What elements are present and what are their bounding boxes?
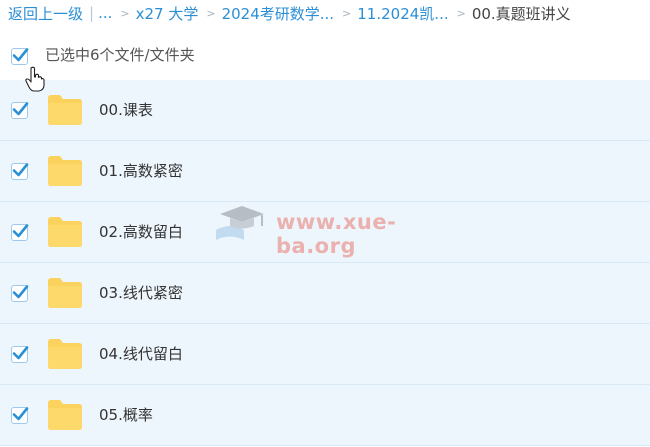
list-item[interactable]: 04.线代留白: [0, 324, 650, 385]
item-name[interactable]: 05.概率: [99, 404, 153, 425]
item-checkbox[interactable]: [11, 163, 29, 180]
checkmark-icon: [12, 285, 29, 299]
chevron-right-icon: >: [120, 6, 130, 20]
item-checkbox[interactable]: [11, 346, 29, 363]
item-name[interactable]: 02.高数留白: [99, 221, 183, 242]
breadcrumb-item-1[interactable]: x27 大学: [136, 3, 199, 24]
breadcrumb-item-3[interactable]: 11.2024凯...: [357, 3, 448, 24]
selection-bar: 已选中6个文件/文件夹: [0, 38, 650, 74]
item-name[interactable]: 03.线代紧密: [99, 282, 183, 303]
breadcrumb: 返回上一级 | ... > x27 大学 > 2024考研数学... > 11.…: [8, 0, 648, 26]
list-item[interactable]: 02.高数留白: [0, 202, 650, 263]
chevron-right-icon: >: [342, 6, 352, 20]
checkmark-icon: [12, 163, 29, 177]
item-checkbox[interactable]: [11, 102, 29, 119]
list-item[interactable]: 05.概率: [0, 385, 650, 446]
select-all-checkbox[interactable]: [11, 48, 29, 65]
list-item[interactable]: 03.线代紧密: [0, 263, 650, 324]
folder-icon: [48, 156, 82, 186]
item-name[interactable]: 00.课表: [99, 99, 153, 120]
item-name[interactable]: 04.线代留白: [99, 343, 183, 364]
folder-icon: [48, 339, 82, 369]
selection-count-text: 已选中6个文件/文件夹: [45, 46, 195, 64]
hand-pointer-icon: [25, 66, 45, 92]
item-name[interactable]: 01.高数紧密: [99, 160, 183, 181]
checkmark-icon: [12, 102, 29, 116]
breadcrumb-item-2[interactable]: 2024考研数学...: [222, 3, 334, 24]
list-item[interactable]: 00.课表: [0, 80, 650, 141]
item-checkbox[interactable]: [11, 285, 29, 302]
folder-icon: [48, 400, 82, 430]
checkmark-icon: [12, 407, 29, 421]
folder-icon: [48, 278, 82, 308]
list-item[interactable]: 01.高数紧密: [0, 141, 650, 202]
breadcrumb-current: 00.真题班讲义: [471, 4, 571, 23]
folder-icon: [48, 95, 82, 125]
checkmark-icon: [12, 48, 29, 62]
item-checkbox[interactable]: [11, 224, 29, 241]
item-checkbox[interactable]: [11, 407, 29, 424]
chevron-right-icon: >: [456, 6, 466, 20]
chevron-right-icon: >: [206, 6, 216, 20]
folder-icon: [48, 217, 82, 247]
file-list: 00.课表 01.高数紧密 02.高数留白 03.线代紧密 04.线代留白 05: [0, 80, 650, 446]
checkmark-icon: [12, 224, 29, 238]
checkmark-icon: [12, 346, 29, 360]
breadcrumb-ellipsis[interactable]: ...: [98, 4, 112, 22]
breadcrumb-separator: |: [89, 4, 95, 22]
back-link[interactable]: 返回上一级: [8, 3, 83, 24]
